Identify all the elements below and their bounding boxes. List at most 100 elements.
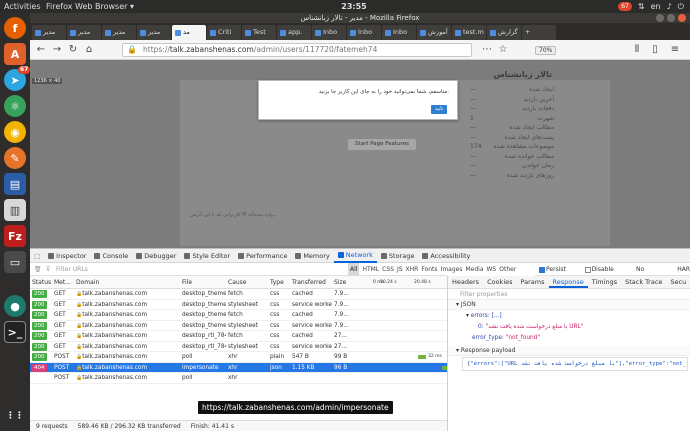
tab-5[interactable]: Criti <box>207 25 241 40</box>
type-filter-images[interactable]: Images <box>441 263 463 276</box>
blank-app-icon[interactable]: ▭ <box>4 251 26 273</box>
pick-element-icon[interactable]: ⬚ <box>30 249 44 263</box>
table-row[interactable]: 200 GET 🔒talk.zabanshenas.com desktop_rtl_7… <box>30 331 447 342</box>
home-button[interactable]: ⌂ <box>82 43 96 57</box>
table-row[interactable]: 200 GET 🔒talk.zabanshenas.com desktop_theme… <box>30 310 447 321</box>
menu-icon[interactable]: ≡ <box>668 43 682 57</box>
close-button[interactable] <box>678 14 686 22</box>
type-filter-xhr[interactable]: XHR <box>406 263 419 276</box>
devtools-tab-inspector[interactable]: Inspector <box>44 249 90 263</box>
errors-array[interactable]: ▾ errors: [...] <box>466 313 502 319</box>
devtools-tab-network[interactable]: Network <box>333 249 377 263</box>
maximize-button[interactable] <box>667 14 675 22</box>
tab-0[interactable]: مدیر <box>32 25 66 40</box>
details-tab-timings[interactable]: Timings <box>588 276 621 288</box>
devtools-tab-storage[interactable]: Storage <box>377 249 418 263</box>
column-header[interactable]: File <box>182 276 192 289</box>
devtools-tab-debugger[interactable]: Debugger <box>132 249 180 263</box>
column-header[interactable]: Cause <box>228 276 247 289</box>
start-page-features-button[interactable]: Start Page Features <box>348 139 416 150</box>
disable-cache-toggle[interactable]: Disable cache <box>584 263 630 286</box>
software-center-icon[interactable]: A <box>4 43 26 65</box>
payload-section-header[interactable]: ▾ Response payload <box>448 346 690 356</box>
back-button[interactable]: ← <box>34 43 48 57</box>
tab-8[interactable]: Inbo <box>312 25 346 40</box>
table-row[interactable]: POST 🔒talk.zabanshenas.com poll xhr <box>30 373 447 384</box>
har-menu[interactable]: HAR <box>677 263 690 275</box>
filezilla-icon[interactable]: Fz <box>4 225 26 247</box>
tab-9[interactable]: Inbo <box>347 25 381 40</box>
table-row[interactable]: 200 GET 🔒talk.zabanshenas.com desktop_theme… <box>30 289 447 300</box>
activities-button[interactable]: Activities <box>4 0 41 13</box>
system-tray[interactable]: 67 ⇅ en ♪ ⏻ <box>618 0 684 13</box>
table-row[interactable]: 200 GET 🔒talk.zabanshenas.com desktop_rtl_7… <box>30 342 447 352</box>
disable-cache-checkbox[interactable] <box>584 266 591 273</box>
column-header[interactable]: 10.24 s <box>380 276 397 289</box>
tab-4[interactable]: مد <box>172 25 206 40</box>
filter-properties-input[interactable]: Filter properties <box>448 289 690 300</box>
type-filter-all[interactable]: All <box>348 263 360 276</box>
minimize-button[interactable] <box>656 14 664 22</box>
column-header[interactable]: Domain <box>76 276 99 289</box>
postman-icon[interactable]: ✎ <box>4 147 26 169</box>
details-tab-secu[interactable]: Secu <box>666 276 690 288</box>
type-filter-fonts[interactable]: Fonts <box>421 263 437 276</box>
type-filter-ws[interactable]: WS <box>487 263 497 276</box>
devtools-tab-performance[interactable]: Performance <box>234 249 291 263</box>
trash-icon[interactable]: 🗑 <box>34 263 42 276</box>
column-header[interactable]: Size <box>334 276 346 289</box>
table-row[interactable]: 200 POST 🔒talk.zabanshenas.com poll xhr plain… <box>30 352 447 363</box>
column-header[interactable]: Type <box>270 276 284 289</box>
tab-11[interactable]: آموزش <box>417 25 451 40</box>
devtools-tab-style-editor[interactable]: Style Editor <box>180 249 234 263</box>
language-indicator[interactable]: en <box>651 0 661 13</box>
files-icon[interactable]: ▥ <box>4 199 26 221</box>
devtools-tab-accessibility[interactable]: Accessibility <box>418 249 474 263</box>
persist-logs-toggle[interactable]: Persist Logs <box>539 263 579 286</box>
details-tab-params[interactable]: Params <box>517 276 549 288</box>
tab-7[interactable]: app. <box>277 25 311 40</box>
bookmark-star-icon[interactable]: ☆ <box>496 43 510 57</box>
new-tab-button[interactable]: + <box>522 25 556 40</box>
filter-urls-input[interactable]: Filter URLs <box>56 263 88 276</box>
power-icon[interactable]: ⏻ <box>678 0 684 13</box>
column-header[interactable]: 20.48 s <box>414 276 431 289</box>
column-header[interactable]: Met... <box>54 276 71 289</box>
app-menu[interactable]: Firefox Web Browser ▾ <box>46 0 134 13</box>
details-tab-stack-trace[interactable]: Stack Trace <box>621 276 666 288</box>
chrome-icon[interactable]: ◉ <box>4 121 26 143</box>
details-tab-cookies[interactable]: Cookies <box>483 276 516 288</box>
type-filter-other[interactable]: Other <box>499 263 516 276</box>
forward-button[interactable]: → <box>50 43 64 57</box>
table-row[interactable]: 404 POST 🔒talk.zabanshenas.com impersonate x… <box>30 362 468 373</box>
telegram-icon[interactable]: ➤ 67 <box>4 66 31 91</box>
library-icon[interactable]: ⫴ <box>630 43 644 57</box>
reload-button[interactable]: ↻ <box>66 43 80 57</box>
tab-13[interactable]: گزارش <box>487 25 521 40</box>
tab-3[interactable]: مدیر <box>137 25 171 40</box>
url-bar[interactable]: 🔒 https://talk.zabanshenas.com/admin/user… <box>122 43 557 57</box>
type-filter-html[interactable]: HTML <box>362 263 379 276</box>
keepassxc-icon[interactable]: ● <box>4 295 26 317</box>
json-section-header[interactable]: ▾ JSON <box>448 300 690 310</box>
tab-1[interactable]: مدیر <box>67 25 101 40</box>
atom-icon[interactable]: ⚛ <box>4 95 26 117</box>
sidebar-icon[interactable]: ▯ <box>648 43 662 57</box>
writer-icon[interactable]: ▤ <box>4 173 26 195</box>
persist-logs-checkbox[interactable] <box>539 266 545 273</box>
tab-12[interactable]: test.m <box>452 25 486 40</box>
type-filter-js[interactable]: JS <box>397 263 403 276</box>
show-applications-icon[interactable]: ⋮⋮ <box>4 405 26 427</box>
type-filter-media[interactable]: Media <box>465 263 483 276</box>
zoom-level[interactable]: 70% <box>535 46 557 55</box>
column-header[interactable]: Status <box>32 276 51 289</box>
tab-2[interactable]: مدیر <box>102 25 136 40</box>
terminal-icon[interactable]: >_ <box>4 321 26 343</box>
type-filter-css[interactable]: CSS <box>382 263 394 276</box>
throttling-select[interactable]: No throttling <box>636 263 671 286</box>
dialog-ok-button[interactable]: تایید <box>431 105 447 114</box>
details-tab-headers[interactable]: Headers <box>448 276 483 288</box>
devtools-tab-console[interactable]: Console <box>90 249 132 263</box>
details-tab-response[interactable]: Response <box>548 276 588 288</box>
table-row[interactable]: 200 GET 🔒talk.zabanshenas.com desktop_theme… <box>30 300 447 310</box>
